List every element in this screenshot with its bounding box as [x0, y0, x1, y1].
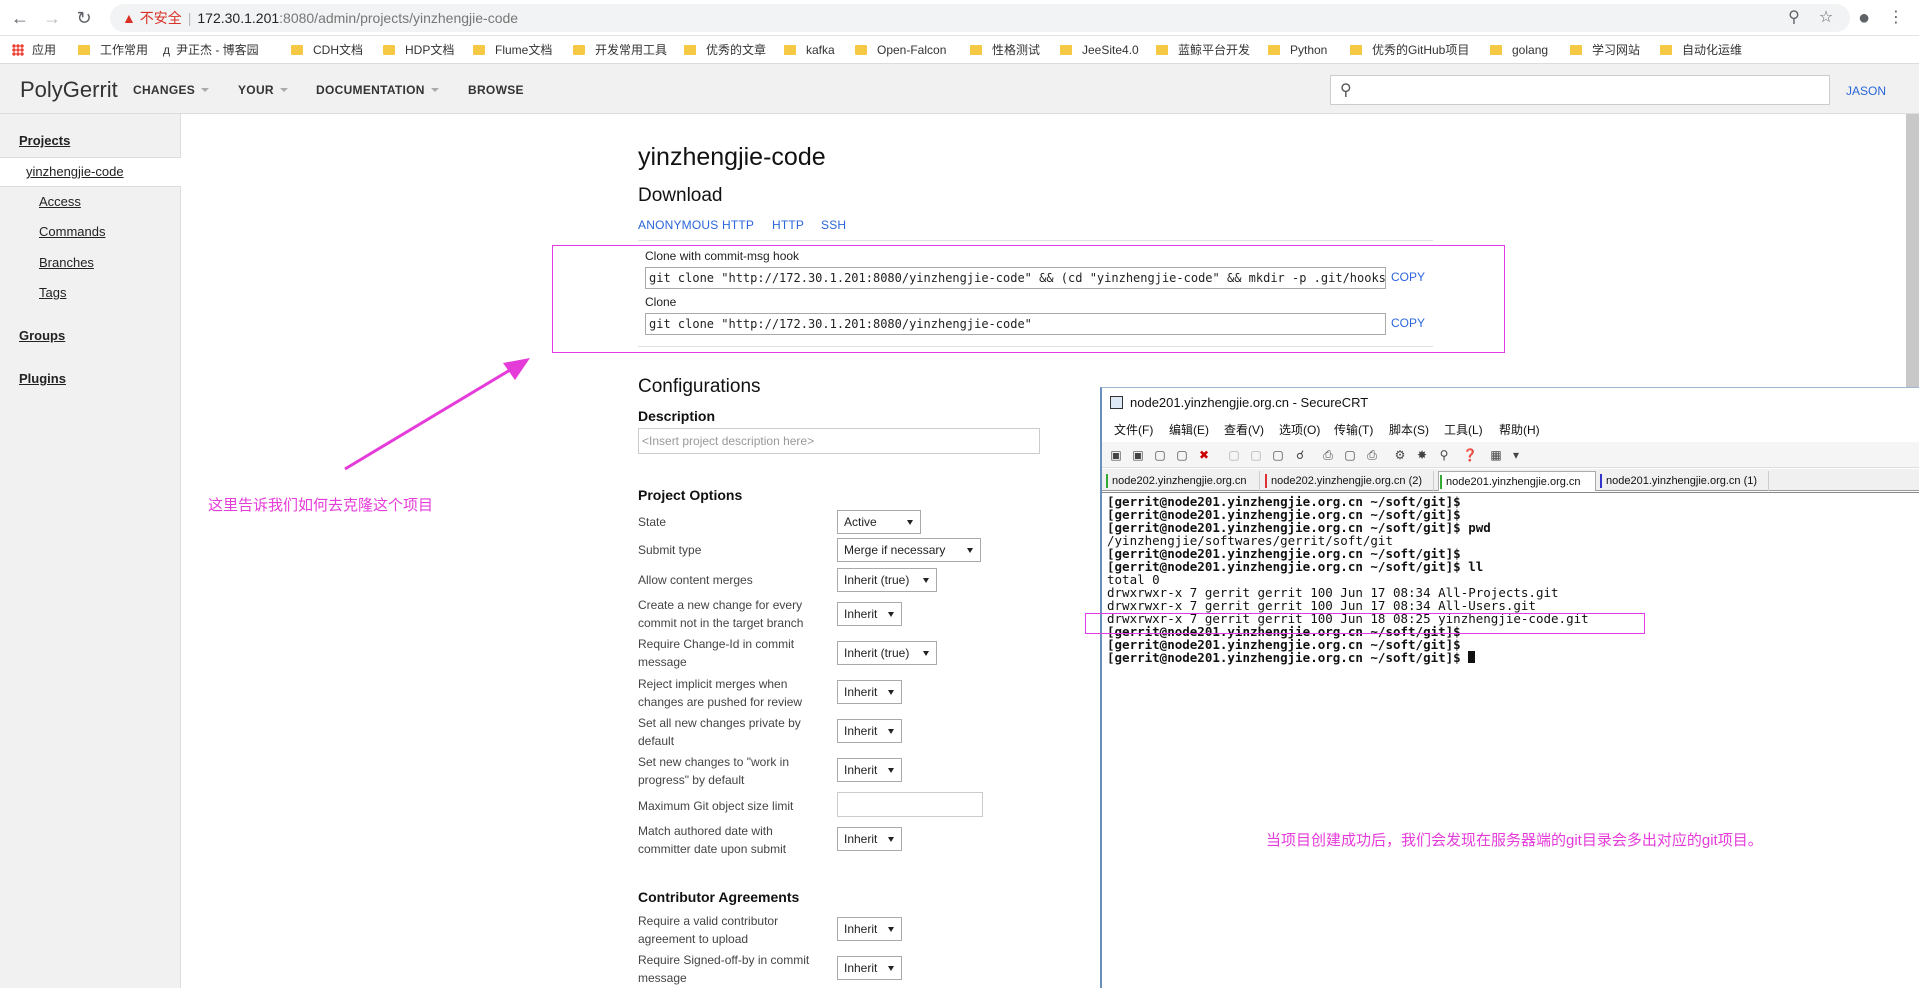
terminal-output[interactable]: [gerrit@node201.yinzhengjie.org.cn ~/sof…: [1102, 492, 1919, 989]
tab-node202-2[interactable]: node202.yinzhengjie.org.cn (2): [1264, 471, 1434, 491]
find-icon[interactable]: ☌: [1292, 447, 1308, 463]
global-options-icon[interactable]: ✸: [1414, 447, 1430, 463]
copy-paste-icon[interactable]: ▢: [1270, 447, 1286, 463]
annotation-server-note: 当项目创建成功后，我们会发现在服务器端的git目录会多出对应的git项目。: [1266, 832, 1763, 849]
menu-script[interactable]: 脚本(S): [1389, 418, 1429, 442]
print-setup-icon[interactable]: ▢: [1342, 447, 1358, 463]
menu-tools[interactable]: 工具(L): [1444, 418, 1483, 442]
status-indicator: [1600, 474, 1602, 488]
annotation-clone-note: 这里告诉我们如何去克隆这个项目: [208, 497, 434, 514]
terminal-icon: [1110, 396, 1123, 409]
status-indicator: [1440, 475, 1442, 489]
copy-icon[interactable]: ▢: [1226, 447, 1242, 463]
print-icon[interactable]: ⎙: [1320, 447, 1336, 463]
tab-node202[interactable]: node202.yinzhengjie.org.cn: [1105, 471, 1260, 491]
menu-help[interactable]: 帮助(H): [1499, 418, 1540, 442]
securecrt-window: node201.yinzhengjie.org.cn - SecureCRT 文…: [1100, 387, 1919, 989]
keymap-icon[interactable]: ⚲: [1436, 447, 1452, 463]
annotation-arrowhead-1: [503, 358, 530, 380]
help-icon[interactable]: ❓: [1462, 447, 1478, 463]
securecrt-toolbar: ▣ ▣ ▢ ▢ ✖ ▢ ▢ ▢ ☌ ⎙ ▢ ⎙ ⚙ ✸ ⚲ ❓ ▦ ▾: [1102, 442, 1919, 468]
paste-icon[interactable]: ▢: [1248, 447, 1264, 463]
reconnect-icon[interactable]: ▢: [1174, 447, 1190, 463]
menu-file[interactable]: 文件(F): [1114, 418, 1153, 442]
terminal-cursor: [1468, 651, 1476, 663]
menu-transfer[interactable]: 传输(T): [1334, 418, 1373, 442]
connect-icon[interactable]: ▣: [1108, 447, 1124, 463]
terminal-prompt-line: [gerrit@node201.yinzhengjie.org.cn ~/sof…: [1107, 651, 1476, 664]
settings-icon[interactable]: ⚙: [1392, 447, 1408, 463]
status-indicator: [1106, 474, 1108, 488]
status-indicator: [1265, 474, 1267, 488]
securecrt-titlebar[interactable]: node201.yinzhengjie.org.cn - SecureCRT: [1102, 388, 1919, 417]
toolbar-overflow-icon[interactable]: ▾: [1508, 447, 1524, 463]
quick-connect-icon[interactable]: ▣: [1130, 447, 1146, 463]
tab-node201[interactable]: node201.yinzhengjie.org.cn: [1438, 471, 1596, 491]
print-selection-icon[interactable]: ⎙: [1364, 447, 1380, 463]
menu-edit[interactable]: 编辑(E): [1169, 418, 1209, 442]
securecrt-tabbar: node202.yinzhengjie.org.cn node202.yinzh…: [1102, 469, 1919, 491]
layout-icon[interactable]: ▦: [1488, 447, 1504, 463]
menu-options[interactable]: 选项(O): [1279, 418, 1320, 442]
disconnect-icon[interactable]: ✖: [1196, 447, 1212, 463]
securecrt-menubar: 文件(F) 编辑(E) 查看(V) 选项(O) 传输(T) 脚本(S) 工具(L…: [1102, 418, 1919, 442]
annotation-arrow-1: [344, 362, 521, 471]
menu-view[interactable]: 查看(V): [1224, 418, 1264, 442]
terminal-line: [gerrit@node201.yinzhengjie.org.cn ~/sof…: [1107, 559, 1484, 574]
annotation-highlight-box: [1085, 613, 1645, 634]
session-icon[interactable]: ▢: [1152, 447, 1168, 463]
tab-node201-1[interactable]: node201.yinzhengjie.org.cn (1): [1599, 471, 1769, 491]
